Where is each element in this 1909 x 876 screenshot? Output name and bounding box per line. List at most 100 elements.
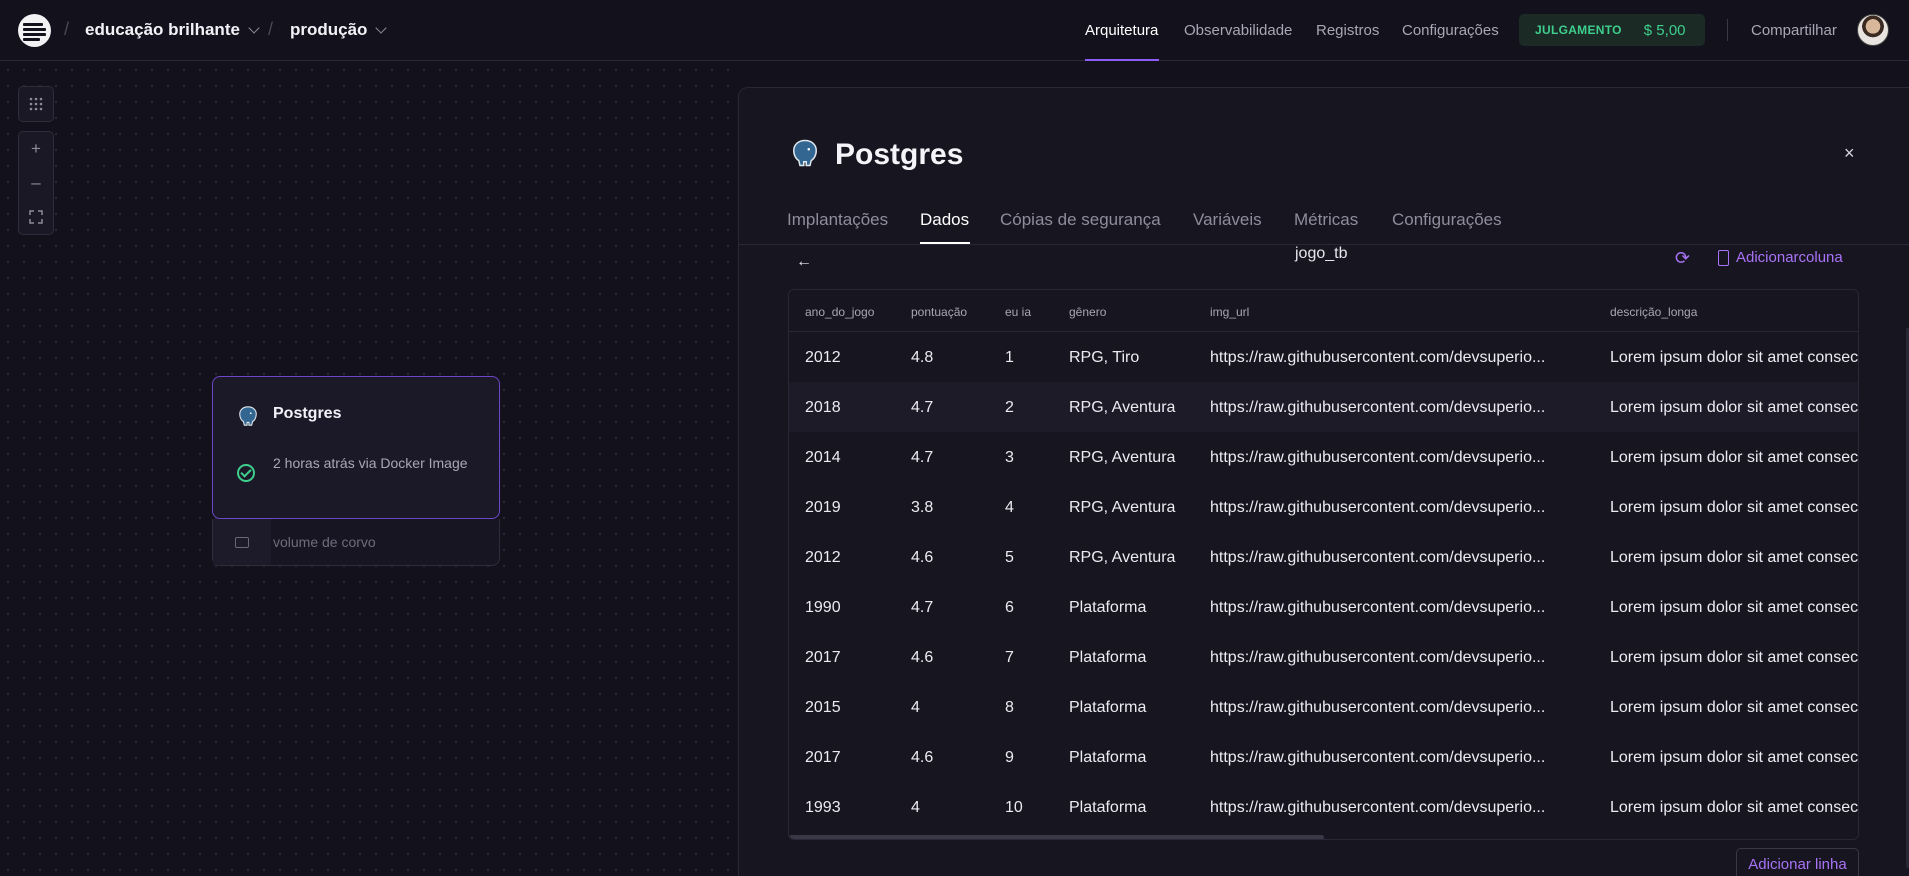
grid-icon[interactable] bbox=[19, 87, 53, 121]
avatar[interactable] bbox=[1857, 14, 1889, 46]
column-header[interactable]: gênero bbox=[1069, 305, 1106, 319]
table-cell[interactable]: 9 bbox=[1005, 749, 1014, 767]
table-cell[interactable]: 8 bbox=[1005, 699, 1014, 717]
close-icon[interactable]: × bbox=[1844, 143, 1855, 164]
table-cell[interactable]: 4.6 bbox=[911, 649, 933, 667]
table-cell[interactable]: Plataforma bbox=[1069, 749, 1146, 767]
table-cell[interactable]: 4.6 bbox=[911, 549, 933, 567]
project-selector[interactable]: educação brilhante bbox=[85, 20, 260, 40]
table-cell[interactable]: 4.7 bbox=[911, 399, 933, 417]
table-row[interactable]: 2012 4.6 5 RPG, Aventura https://raw.githubu… bbox=[789, 532, 1858, 582]
table-cell[interactable]: RPG, Aventura bbox=[1069, 499, 1175, 517]
column-header[interactable]: ano_do_jogo bbox=[805, 305, 874, 319]
fit-view-icon[interactable] bbox=[19, 200, 53, 234]
table-cell[interactable]: https://raw.githubusercontent.com/devsup… bbox=[1210, 399, 1545, 417]
table-cell[interactable]: 4.8 bbox=[911, 349, 933, 367]
table-cell[interactable]: https://raw.githubusercontent.com/devsup… bbox=[1210, 349, 1545, 367]
add-row-button[interactable]: Adicionar linha bbox=[1736, 848, 1859, 876]
table-cell[interactable]: https://raw.githubusercontent.com/devsup… bbox=[1210, 499, 1545, 517]
volume-card[interactable]: volume de corvo bbox=[212, 519, 500, 566]
table-cell[interactable]: 4.7 bbox=[911, 599, 933, 617]
share-button[interactable]: Compartilhar bbox=[1751, 22, 1837, 39]
railway-logo-icon[interactable] bbox=[18, 14, 51, 47]
tab-deployments[interactable]: Implantações bbox=[787, 210, 888, 230]
table-cell[interactable]: https://raw.githubusercontent.com/devsup… bbox=[1210, 549, 1545, 567]
table-cell[interactable]: 4.7 bbox=[911, 449, 933, 467]
refresh-icon[interactable]: ⟳ bbox=[1675, 248, 1690, 269]
table-row[interactable]: 2018 4.7 2 RPG, Aventura https://raw.githubu… bbox=[789, 382, 1858, 432]
table-cell[interactable]: 5 bbox=[1005, 549, 1014, 567]
table-row[interactable]: 2019 3.8 4 RPG, Aventura https://raw.githubu… bbox=[789, 482, 1858, 532]
table-row[interactable]: 1990 4.7 6 Plataforma https://raw.githubuser… bbox=[789, 582, 1858, 632]
column-header[interactable]: eu ia bbox=[1005, 305, 1031, 319]
architecture-canvas[interactable]: + – Postgres 2 horas atrás via Docker Im… bbox=[0, 62, 738, 876]
column-header[interactable]: img_url bbox=[1210, 305, 1249, 319]
table-cell[interactable]: Lorem ipsum dolor sit amet consectetur bbox=[1610, 349, 1858, 367]
nav-architecture[interactable]: Arquitetura bbox=[1085, 22, 1158, 39]
table-cell[interactable]: https://raw.githubusercontent.com/devsup… bbox=[1210, 649, 1545, 667]
table-cell[interactable]: https://raw.githubusercontent.com/devsup… bbox=[1210, 449, 1545, 467]
table-cell[interactable]: 2018 bbox=[805, 399, 841, 417]
table-cell[interactable]: Lorem ipsum dolor sit amet consectetur bbox=[1610, 449, 1858, 467]
trial-badge[interactable]: JULGAMENTO $ 5,00 bbox=[1519, 14, 1705, 46]
table-cell[interactable]: Lorem ipsum dolor sit amet consectetur bbox=[1610, 649, 1858, 667]
tab-variables[interactable]: Variáveis bbox=[1193, 210, 1262, 230]
column-header[interactable]: pontuação bbox=[911, 305, 967, 319]
table-cell[interactable]: 2012 bbox=[805, 549, 841, 567]
table-row[interactable]: 2012 4.8 1 RPG, Tiro https://raw.githubuserc… bbox=[789, 332, 1858, 382]
table-cell[interactable]: Lorem ipsum dolor sit amet consectetur bbox=[1610, 499, 1858, 517]
table-cell[interactable]: Lorem ipsum dolor sit amet consectetur bbox=[1610, 549, 1858, 567]
table-cell[interactable]: 10 bbox=[1005, 799, 1023, 817]
table-row[interactable]: 2017 4.6 7 Plataforma https://raw.githubuser… bbox=[789, 632, 1858, 682]
service-card-postgres[interactable]: Postgres 2 horas atrás via Docker Image bbox=[212, 376, 500, 519]
column-header[interactable]: descrição_longa bbox=[1610, 305, 1697, 319]
table-cell[interactable]: Lorem ipsum dolor sit amet consectetur bbox=[1610, 749, 1858, 767]
horizontal-scrollbar[interactable] bbox=[789, 835, 1324, 839]
table-cell[interactable]: Lorem ipsum dolor sit amet consectetur bbox=[1610, 599, 1858, 617]
table-cell[interactable]: 2012 bbox=[805, 349, 841, 367]
nav-settings[interactable]: Configurações bbox=[1402, 22, 1499, 39]
add-column-button[interactable]: Adicionarcoluna bbox=[1718, 249, 1843, 266]
tab-data[interactable]: Dados bbox=[920, 210, 969, 230]
table-row[interactable]: 1993 4 10 Plataforma https://raw.githubuserc… bbox=[789, 782, 1858, 832]
table-cell[interactable]: 4 bbox=[1005, 499, 1014, 517]
table-cell[interactable]: Lorem ipsum dolor sit amet consectetur bbox=[1610, 399, 1858, 417]
table-cell[interactable]: RPG, Aventura bbox=[1069, 449, 1175, 467]
table-cell[interactable]: 2019 bbox=[805, 499, 841, 517]
table-cell[interactable]: Lorem ipsum dolor sit amet consectetur bbox=[1610, 699, 1858, 717]
table-row[interactable]: 2015 4 8 Plataforma https://raw.githubuserco… bbox=[789, 682, 1858, 732]
nav-logs[interactable]: Registros bbox=[1316, 22, 1379, 39]
table-cell[interactable]: Lorem ipsum dolor sit amet consectetur bbox=[1610, 799, 1858, 817]
minus-icon[interactable]: – bbox=[19, 166, 53, 200]
table-cell[interactable]: RPG, Aventura bbox=[1069, 399, 1175, 417]
table-cell[interactable]: Plataforma bbox=[1069, 649, 1146, 667]
table-cell[interactable]: 1990 bbox=[805, 599, 841, 617]
table-cell[interactable]: https://raw.githubusercontent.com/devsup… bbox=[1210, 599, 1545, 617]
environment-selector[interactable]: produção bbox=[290, 20, 388, 40]
table-cell[interactable]: Plataforma bbox=[1069, 799, 1146, 817]
arrow-left-icon[interactable]: ← bbox=[796, 253, 812, 271]
table-cell[interactable]: 1 bbox=[1005, 349, 1014, 367]
table-cell[interactable]: 2 bbox=[1005, 399, 1014, 417]
nav-observability[interactable]: Observabilidade bbox=[1184, 22, 1292, 39]
table-cell[interactable]: 3 bbox=[1005, 449, 1014, 467]
table-cell[interactable]: 2014 bbox=[805, 449, 841, 467]
table-cell[interactable]: 4 bbox=[911, 799, 920, 817]
table-row[interactable]: 2014 4.7 3 RPG, Aventura https://raw.githubu… bbox=[789, 432, 1858, 482]
plus-icon[interactable]: + bbox=[19, 132, 53, 166]
table-cell[interactable]: https://raw.githubusercontent.com/devsup… bbox=[1210, 799, 1545, 817]
table-cell[interactable]: 3.8 bbox=[911, 499, 933, 517]
table-row[interactable]: 2017 4.6 9 Plataforma https://raw.githubuser… bbox=[789, 732, 1858, 782]
table-cell[interactable]: 2017 bbox=[805, 649, 841, 667]
tab-backups[interactable]: Cópias de segurança bbox=[1000, 210, 1161, 230]
table-cell[interactable]: RPG, Tiro bbox=[1069, 349, 1139, 367]
table-cell[interactable]: 4.6 bbox=[911, 749, 933, 767]
table-cell[interactable]: 1993 bbox=[805, 799, 841, 817]
table-cell[interactable]: https://raw.githubusercontent.com/devsup… bbox=[1210, 749, 1545, 767]
table-cell[interactable]: Plataforma bbox=[1069, 599, 1146, 617]
table-cell[interactable]: 7 bbox=[1005, 649, 1014, 667]
tab-metrics[interactable]: Métricas bbox=[1294, 210, 1358, 230]
table-cell[interactable]: 2015 bbox=[805, 699, 841, 717]
table-cell[interactable]: 6 bbox=[1005, 599, 1014, 617]
table-cell[interactable]: 2017 bbox=[805, 749, 841, 767]
